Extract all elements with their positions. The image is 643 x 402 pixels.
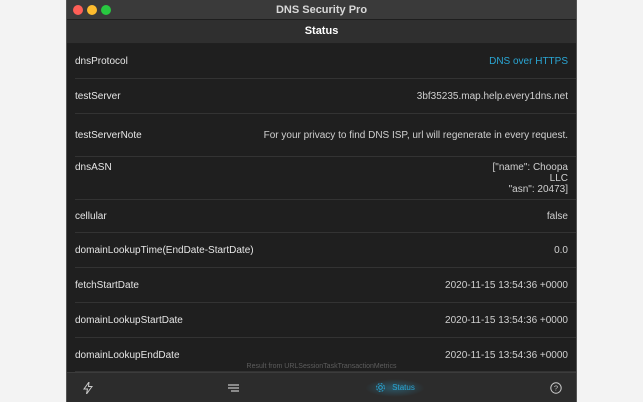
row-key: domainLookupTime(EndDate-StartDate) (75, 245, 254, 256)
row-domain-lookup-time: domainLookupTime(EndDate-StartDate) 0.0 (67, 233, 576, 268)
row-test-server-note: testServerNote For your privacy to find … (67, 114, 576, 157)
row-key: testServer (75, 91, 121, 102)
row-key: domainLookupStartDate (75, 315, 183, 326)
row-key: fetchStartDate (75, 280, 139, 291)
row-cellular: cellular false (67, 200, 576, 233)
row-value: 3bf35235.map.help.every1dns.net (416, 91, 568, 102)
row-value: 2020-11-15 13:54:36 +0000 (445, 349, 568, 361)
svg-text:?: ? (554, 383, 558, 392)
row-dns-protocol: dnsProtocol DNS over HTTPS (67, 44, 576, 79)
row-value: 2020-11-15 13:54:36 +0000 (445, 315, 568, 326)
row-key: dnsASN (75, 162, 112, 173)
row-key: testServerNote (75, 130, 142, 141)
row-value: 0.0 (554, 245, 568, 256)
row-value: 2020-11-15 13:54:36 +0000 (445, 280, 568, 291)
page-title: Status (304, 25, 339, 37)
tab-help[interactable]: ? (541, 373, 571, 402)
row-fetch-start-date: fetchStartDate 2020-11-15 13:54:36 +0000 (67, 268, 576, 303)
tab-bolt[interactable] (73, 373, 103, 402)
tab-list[interactable] (218, 373, 248, 402)
app-title: DNS Security Pro (275, 4, 368, 16)
help-icon: ? (550, 381, 562, 394)
row-test-server: testServer 3bf35235.map.help.every1dns.n… (67, 79, 576, 114)
row-value: false (546, 211, 568, 222)
tab-bar: Status ? (67, 372, 576, 402)
row-value: ["name": Choopa LLC "asn": 20473] (492, 162, 568, 195)
row-key: cellular (75, 211, 107, 222)
tab-status-label: Status (392, 383, 415, 392)
row-key: dnsProtocol (75, 56, 128, 67)
row-dns-asn: dnsASN ["name": Choopa LLC "asn": 20473] (67, 157, 576, 200)
tab-status[interactable]: Status (365, 373, 425, 402)
footer-note: Result from URLSessionTaskTransactionMet… (246, 363, 397, 370)
row-key: domainLookupEndDate (75, 349, 180, 361)
navigation-bar: Status (67, 20, 576, 44)
row-value: For your privacy to find DNS ISP, url wi… (263, 130, 568, 141)
status-list[interactable]: dnsProtocol DNS over HTTPS testServer 3b… (67, 44, 576, 372)
row-value: DNS over HTTPS (489, 56, 568, 67)
title-bar: DNS Security Pro (67, 0, 576, 20)
gear-icon (375, 382, 386, 393)
list-icon (227, 383, 239, 392)
app-window: DNS Security Pro Status dnsProtocol DNS … (66, 0, 577, 402)
bolt-icon (83, 381, 93, 394)
row-domain-lookup-start-date: domainLookupStartDate 2020-11-15 13:54:3… (67, 303, 576, 338)
